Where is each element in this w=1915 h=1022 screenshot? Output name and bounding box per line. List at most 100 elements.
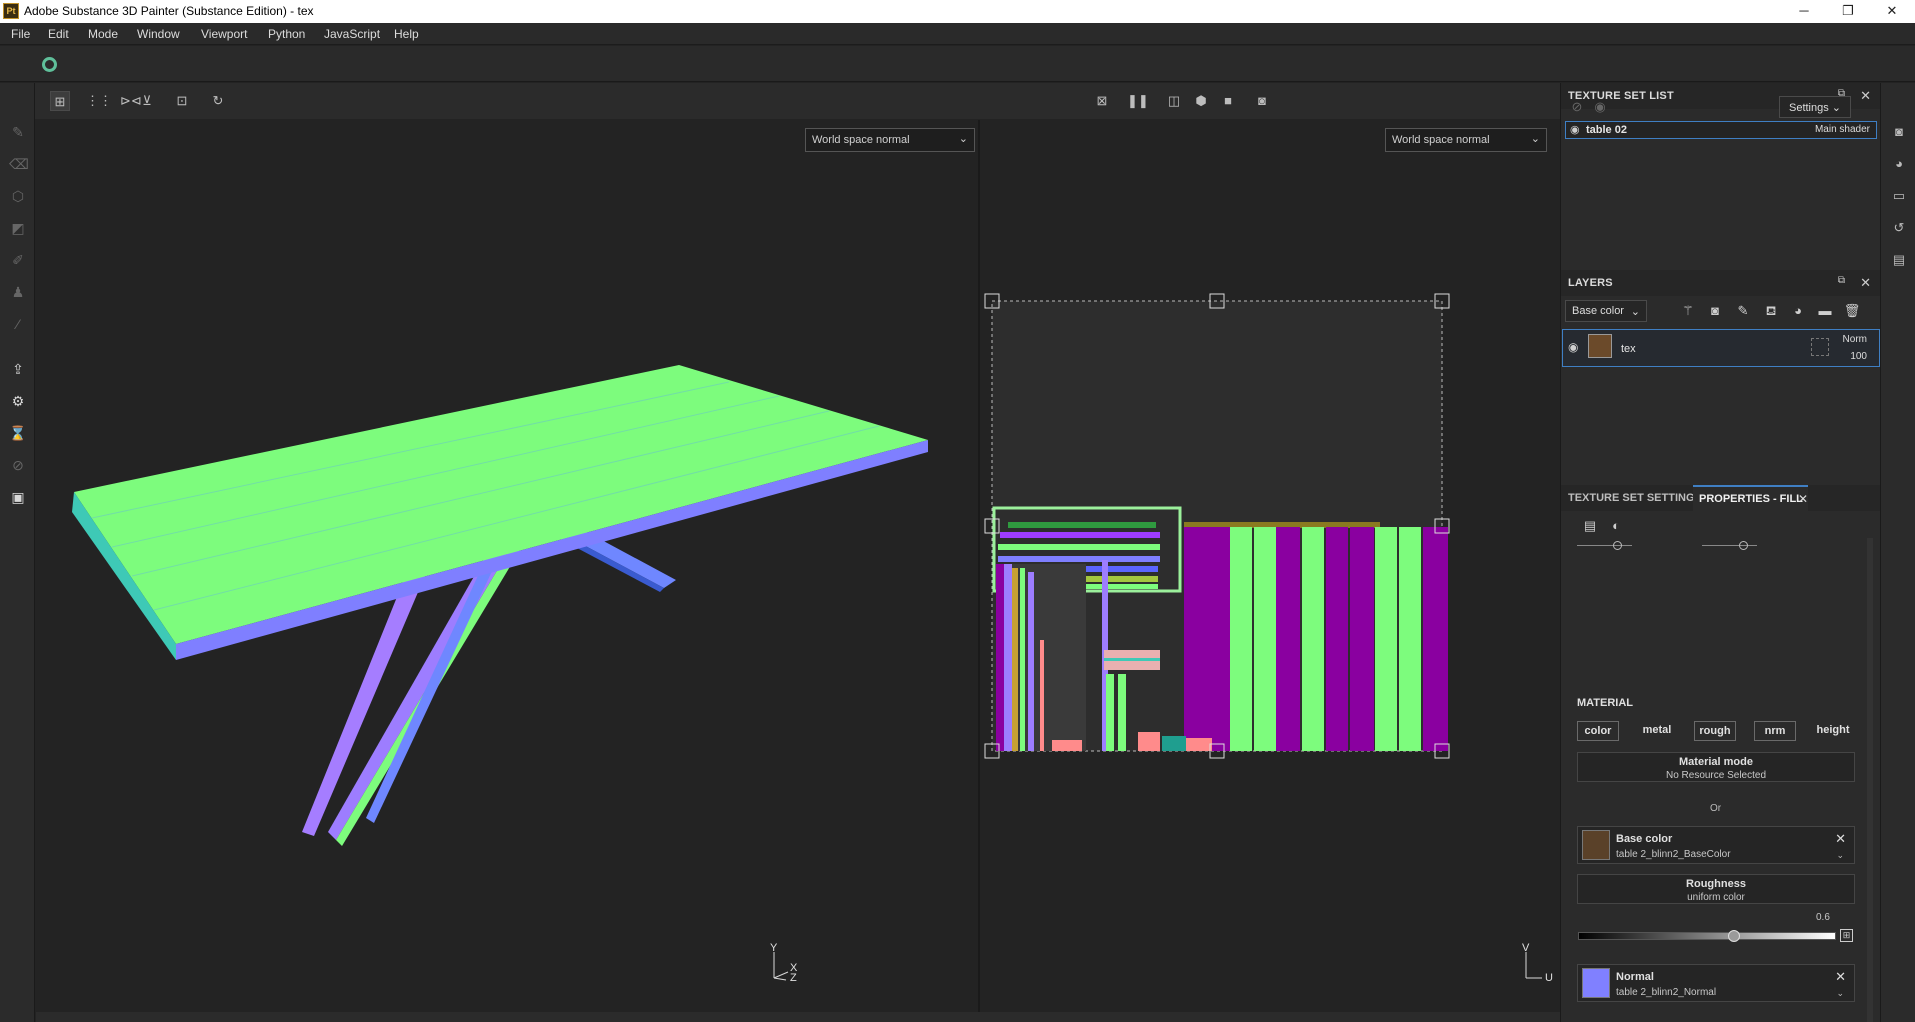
normal-title: Normal <box>1616 971 1654 983</box>
add-fill-layer-icon[interactable]: ⛾ <box>1762 303 1780 321</box>
material-mode-card[interactable]: Material mode No Resource Selected <box>1577 752 1855 782</box>
material-ball-icon[interactable]: ◐ <box>1607 518 1625 533</box>
menu-help[interactable]: Help <box>394 27 419 41</box>
slider-handle[interactable] <box>1727 930 1740 942</box>
effect-wand-icon[interactable]: ⚚ <box>1679 303 1697 319</box>
slider-handle[interactable] <box>1613 541 1622 550</box>
normal-resource[interactable]: table 2_blinn2_Normal <box>1616 987 1716 998</box>
properties-scrollbar[interactable] <box>1867 538 1873 1022</box>
smart-material-icon[interactable]: ◕ <box>1789 303 1807 318</box>
add-mask-icon[interactable]: ◙ <box>1706 303 1724 318</box>
texture-set-settings-dropdown[interactable]: Settings ⌄ <box>1779 96 1851 118</box>
uv-layout <box>984 293 1450 759</box>
settings-gear-icon[interactable]: ⚙ <box>9 392 27 410</box>
layer-channel-dropdown[interactable]: Base color ⌄ <box>1565 300 1647 322</box>
screenshot-camera-icon[interactable]: ◙ <box>1252 91 1272 111</box>
fill-properties-icon[interactable]: ▤ <box>1581 518 1599 534</box>
tab-properties-fill[interactable]: PROPERTIES - FILL ✕ <box>1693 485 1808 511</box>
layer-opacity[interactable]: 100 <box>1850 351 1867 362</box>
clone-stamp-icon[interactable]: ♟ <box>9 283 27 301</box>
close-button[interactable]: ✕ <box>1870 0 1914 23</box>
slider-handle[interactable] <box>1739 541 1748 550</box>
hide-all-eye-icon[interactable]: ⊘ <box>1568 99 1586 115</box>
close-panel-icon[interactable]: ✕ <box>1860 88 1871 104</box>
add-paint-layer-icon[interactable]: ✎ <box>1734 303 1752 319</box>
menu-edit[interactable]: Edit <box>48 27 69 41</box>
color-picker-icon[interactable]: ⁄ <box>9 315 27 333</box>
normal-card[interactable]: Normal table 2_blinn2_Normal ✕ ⌄ <box>1577 964 1855 1002</box>
channel-metal-button[interactable]: metal <box>1630 721 1684 741</box>
roughness-slider[interactable] <box>1578 930 1836 942</box>
paint-brush-icon[interactable]: ✎ <box>9 123 27 141</box>
base-color-resource[interactable]: table 2_blinn2_BaseColor <box>1616 849 1731 860</box>
report-icon[interactable]: ▣ <box>9 488 27 506</box>
add-folder-icon[interactable]: ▬ <box>1816 303 1834 318</box>
normal-swatch[interactable] <box>1582 968 1610 998</box>
add-frame-icon[interactable]: ⊡ <box>172 91 192 111</box>
menu-viewport[interactable]: Viewport <box>201 27 247 41</box>
layer-row[interactable]: ◉ tex Norm 100 <box>1562 329 1880 367</box>
viewport-2d[interactable]: World space normal ⌄ V U <box>980 120 1560 1012</box>
camera-video-icon[interactable]: ■ <box>1218 91 1238 111</box>
layer-visibility-eye-icon[interactable]: ◉ <box>1568 340 1578 354</box>
projection-sliders[interactable] <box>1577 541 1877 551</box>
hide-overlay-icon[interactable]: ⊠ <box>1092 91 1112 111</box>
viewport-toolbar: ⊞ ⋮⋮ ⊳⊲ ⊻ ⊡ ↻ ⊠ ❚❚ ◫ ⬢ ■ ◙ <box>35 83 1560 119</box>
minimize-button[interactable]: ─ <box>1782 0 1826 23</box>
visibility-eye-icon[interactable]: ◉ <box>1570 123 1580 136</box>
popout-icon[interactable]: ⧉ <box>1838 275 1845 286</box>
menu-file[interactable]: File <box>11 27 30 41</box>
channel-nrm-button[interactable]: nrm <box>1754 721 1796 741</box>
remove-resource-icon[interactable]: ✕ <box>1835 969 1846 985</box>
layer-mask-slot[interactable] <box>1811 338 1829 356</box>
frame-select-icon[interactable]: ⊞ <box>50 91 70 111</box>
close-tab-icon[interactable]: ✕ <box>1798 492 1808 506</box>
delete-layer-icon[interactable]: 🗑 <box>1843 303 1861 319</box>
menu-window[interactable]: Window <box>137 27 180 41</box>
chevron-down-icon: ⌄ <box>1831 102 1842 114</box>
roughness-value[interactable]: 0.6 <box>1816 912 1830 923</box>
bake-export-icon[interactable]: ⇪ <box>9 360 27 378</box>
history-icon[interactable]: ↺ <box>1890 219 1908 237</box>
eraser-icon[interactable]: ⌫ <box>9 155 29 173</box>
texture-set-shader[interactable]: Main shader <box>1815 124 1870 135</box>
close-panel-icon[interactable]: ✕ <box>1860 275 1871 291</box>
show-all-eye-icon[interactable]: ◉ <box>1591 99 1609 115</box>
viewport-3d[interactable]: World space normal ⌄ Y X Z <box>36 120 978 1012</box>
channel-color-button[interactable]: color <box>1577 721 1619 741</box>
smudge-icon[interactable]: ✐ <box>9 251 27 269</box>
tab-texture-set-settings[interactable]: TEXTURE SET SETTINGS <box>1568 492 1702 504</box>
display-settings-icon[interactable]: ◙ <box>1890 123 1908 141</box>
log-icon[interactable]: ▤ <box>1890 251 1908 269</box>
axis-y-label: Y <box>770 942 778 954</box>
menu-mode[interactable]: Mode <box>88 27 118 41</box>
grid-icon[interactable]: ⋮⋮ <box>86 91 112 111</box>
polygon-fill-icon[interactable]: ◩ <box>9 219 27 237</box>
roughness-card[interactable]: Roughness uniform color <box>1577 874 1855 904</box>
base-color-card[interactable]: Base color table 2_blinn2_BaseColor ✕ ⌄ <box>1577 826 1855 864</box>
split-view-icon[interactable]: ◫ <box>1164 91 1184 111</box>
history-icon[interactable]: ↻ <box>208 91 228 111</box>
channel-height-button[interactable]: height <box>1808 721 1858 741</box>
pause-icon[interactable]: ❚❚ <box>1127 91 1149 111</box>
random-seed-icon[interactable]: ⊞ <box>1840 929 1853 942</box>
assets-icon[interactable]: ▭ <box>1890 187 1908 205</box>
channel-label: Base color <box>1572 305 1624 317</box>
maximize-button[interactable]: ❐ <box>1826 0 1870 23</box>
hourglass-icon[interactable]: ⌛ <box>9 424 27 442</box>
base-color-thumbnail[interactable] <box>1582 830 1610 860</box>
blend-mode[interactable]: Norm <box>1843 334 1867 345</box>
projection-icon[interactable]: ⬡ <box>9 187 27 205</box>
channel-rough-button[interactable]: rough <box>1694 721 1736 741</box>
chevron-down-icon[interactable]: ⌄ <box>1836 988 1844 999</box>
remove-resource-icon[interactable]: ✕ <box>1835 831 1846 847</box>
cube-icon[interactable]: ⬢ <box>1191 91 1211 111</box>
hide-icon[interactable]: ⊘ <box>9 456 27 474</box>
texture-set-item[interactable]: ◉ table 02 Main shader <box>1565 121 1877 139</box>
symmetry-y-icon[interactable]: ⊻ <box>137 91 157 111</box>
layer-name: tex <box>1621 343 1636 355</box>
menu-python[interactable]: Python <box>268 27 305 41</box>
menu-javascript[interactable]: JavaScript <box>324 27 380 41</box>
chevron-down-icon[interactable]: ⌄ <box>1836 850 1844 861</box>
shader-settings-icon[interactable]: ◕ <box>1890 155 1908 173</box>
